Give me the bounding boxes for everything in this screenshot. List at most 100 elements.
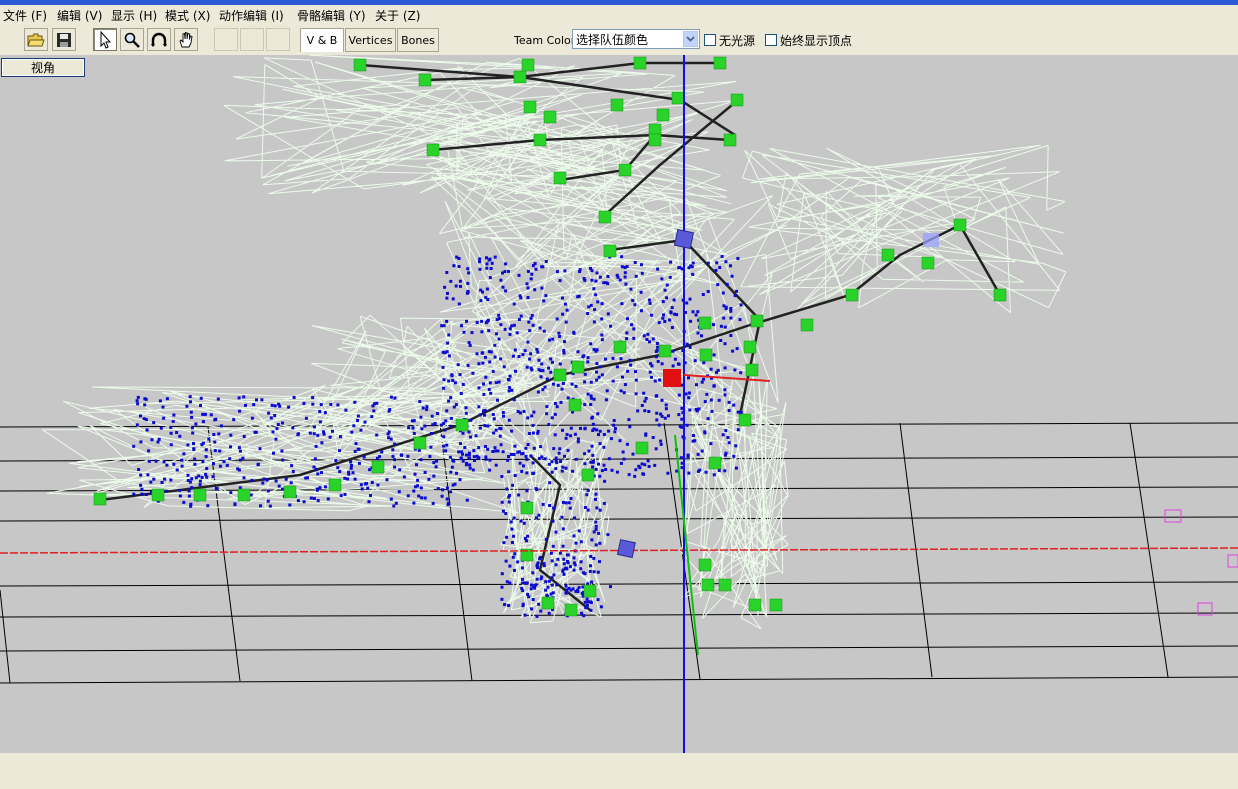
select-tool-button[interactable] <box>93 28 117 51</box>
vertex-point <box>188 480 192 484</box>
vertex-point <box>505 535 509 539</box>
menu-about[interactable]: 关于 (Z) <box>375 7 420 24</box>
vertex-point <box>517 273 521 277</box>
vertex-point <box>537 513 541 517</box>
vertex-point <box>715 370 718 374</box>
vertex-point <box>566 448 570 452</box>
vertex-point <box>296 499 300 503</box>
rotate-tool-button[interactable] <box>147 28 171 51</box>
tab-vertices-and-bones[interactable]: V & B <box>300 28 344 52</box>
vertex-point <box>547 611 551 615</box>
dropdown-arrow-button[interactable] <box>683 31 698 47</box>
vertex-point <box>393 465 397 469</box>
vertex-point <box>547 423 551 426</box>
vertex-point <box>329 403 333 406</box>
vertex-point <box>469 418 473 422</box>
pan-tool-button[interactable] <box>174 28 198 51</box>
vertex-point <box>558 447 562 451</box>
status-bar <box>0 753 1238 789</box>
vertex-point <box>154 459 158 463</box>
vertex-point <box>484 355 487 359</box>
vertex-point <box>312 465 316 469</box>
no-light-checkbox[interactable] <box>704 34 716 46</box>
vertex-point <box>680 406 684 410</box>
vertex-point <box>560 387 564 391</box>
vertex-point <box>566 561 570 565</box>
vertex-point <box>398 468 402 472</box>
zoom-tool-button[interactable] <box>120 28 144 51</box>
vertex-point <box>354 442 358 446</box>
view-angle-button[interactable]: 视角 <box>1 58 85 77</box>
vertex-point <box>583 600 587 604</box>
vertex-point <box>498 427 502 431</box>
open-button[interactable] <box>24 28 48 51</box>
always-show-vertices-checkbox[interactable] <box>765 34 777 46</box>
vertex-point <box>212 462 215 466</box>
vertex-point <box>159 426 163 430</box>
vertex-point <box>503 270 507 273</box>
vertex-point <box>450 465 454 469</box>
vertex-point <box>531 431 535 435</box>
vertex-point <box>576 440 580 444</box>
vertex-point <box>139 440 143 444</box>
vertex-point <box>685 301 689 305</box>
vertex-point <box>143 403 147 407</box>
vertex-point <box>152 421 156 425</box>
bone-joint-marker <box>635 441 649 455</box>
menu-bone-edit[interactable]: 骨骼编辑 (Y) <box>297 7 366 24</box>
menu-bar: 文件 (F) 编辑 (V) 显示 (H) 模式 (X) 动作编辑 (I) 骨骼编… <box>0 5 1238 25</box>
vertex-point <box>660 362 664 366</box>
vertex-point <box>302 500 306 504</box>
vertex-point <box>644 433 648 437</box>
menu-mode[interactable]: 模式 (X) <box>165 7 210 24</box>
vertex-point <box>458 279 462 283</box>
vertex-point <box>189 410 193 414</box>
vertex-point <box>510 527 514 531</box>
menu-animation-edit[interactable]: 动作编辑 (I) <box>219 7 284 24</box>
vertex-point <box>277 484 281 488</box>
vertex-point <box>517 318 521 321</box>
vertex-point <box>477 362 481 366</box>
vertex-point <box>598 560 601 564</box>
vertex-point <box>448 455 452 459</box>
vertex-point <box>520 566 524 570</box>
selected-pivot-marker <box>663 369 681 387</box>
toolbar-blank-button-3[interactable] <box>266 28 290 51</box>
vertex-point <box>349 466 353 470</box>
vertex-point <box>466 281 470 285</box>
tab-vertices[interactable]: Vertices <box>345 28 396 52</box>
vertex-point <box>410 419 414 423</box>
vertex-point <box>550 470 554 474</box>
vertex-point <box>450 374 454 378</box>
vertex-point <box>543 457 547 461</box>
vertex-point <box>722 304 726 308</box>
toolbar-blank-button-1[interactable] <box>214 28 238 51</box>
vertex-point <box>700 380 704 384</box>
menu-edit[interactable]: 编辑 (V) <box>57 7 102 24</box>
vertex-point <box>163 477 167 481</box>
bone-joint-marker <box>769 598 783 612</box>
vertex-point <box>484 455 488 459</box>
vertex-point <box>344 408 348 412</box>
tab-bones[interactable]: Bones <box>397 28 439 52</box>
vertex-point <box>502 365 506 369</box>
vertex-point <box>480 319 484 323</box>
vertex-point <box>534 487 538 491</box>
vertex-point <box>461 459 465 463</box>
vertex-point <box>236 467 240 471</box>
menu-display[interactable]: 显示 (H) <box>111 7 157 24</box>
toolbar-blank-button-2[interactable] <box>240 28 264 51</box>
vertex-point <box>631 452 635 456</box>
vertex-point <box>504 512 508 515</box>
vertex-point <box>214 487 218 490</box>
vertex-point <box>394 501 398 505</box>
team-color-select[interactable]: 选择队伍颜色 <box>572 29 700 49</box>
vertex-point <box>669 260 673 264</box>
save-button[interactable] <box>52 28 76 51</box>
vertex-point <box>507 269 510 273</box>
vertex-point <box>393 458 396 462</box>
menu-file[interactable]: 文件 (F) <box>3 7 47 24</box>
model-wireframe-canvas[interactable] <box>0 55 1238 753</box>
3d-viewport[interactable] <box>0 55 1238 753</box>
vertex-point <box>606 275 610 278</box>
